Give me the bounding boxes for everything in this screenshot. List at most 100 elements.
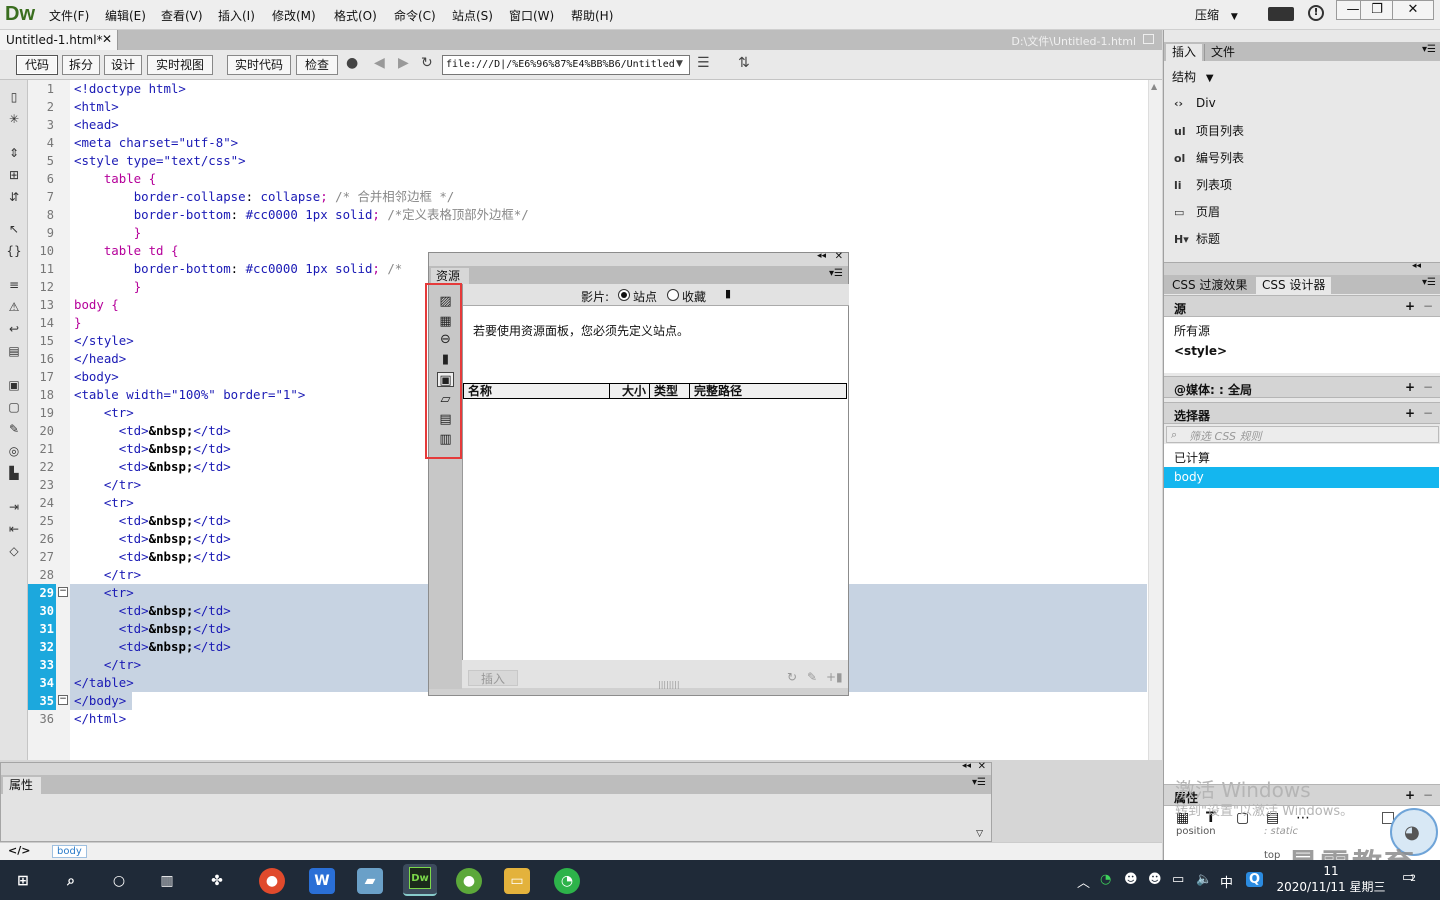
fold-collapse-icon[interactable]: − xyxy=(58,695,68,705)
sources-header[interactable]: 源 + − xyxy=(1164,295,1440,317)
chevron-down-icon[interactable]: ▼ xyxy=(676,59,683,69)
line-number[interactable]: 8 xyxy=(28,206,54,224)
line-number[interactable]: 26 xyxy=(28,530,54,548)
show-code-navigator-icon[interactable]: ✳ xyxy=(6,112,22,126)
globe-icon[interactable]: ● xyxy=(346,55,358,71)
menu-commands[interactable]: 命令(C) xyxy=(394,7,436,24)
code-line[interactable]: </tr> xyxy=(74,566,141,584)
code-line[interactable]: border-bottom: #cc0000 1px solid; /* xyxy=(74,260,403,278)
line-number[interactable]: 1 xyxy=(28,80,54,98)
line-number[interactable]: 2 xyxy=(28,98,54,116)
menu-window[interactable]: 窗口(W) xyxy=(509,7,554,24)
close-icon[interactable]: ✕ xyxy=(102,32,112,46)
add-to-favorites-icon[interactable]: +▮ xyxy=(826,670,843,684)
live-code-button[interactable]: 实时代码 xyxy=(227,55,291,75)
code-line[interactable]: <body> xyxy=(74,368,119,386)
column-full-path[interactable]: 完整路径 xyxy=(690,384,846,398)
indent-code-icon[interactable]: ⇥ xyxy=(6,500,22,514)
line-number[interactable]: 9 xyxy=(28,224,54,242)
system-clock[interactable]: 11 2020/11/11 星期三 xyxy=(1272,863,1390,895)
line-number[interactable]: 18 xyxy=(28,386,54,404)
back-arrow-icon[interactable]: ◀ xyxy=(374,55,385,71)
code-line[interactable]: </html> xyxy=(74,710,126,728)
tab-untitled-1[interactable]: Untitled-1.html* ✕ xyxy=(0,30,118,50)
add-property-icon[interactable]: + xyxy=(1405,788,1415,802)
word-wrap-icon[interactable]: ↩ xyxy=(6,322,22,336)
line-number[interactable]: 14 xyxy=(28,314,54,332)
line-number[interactable]: 27 xyxy=(28,548,54,566)
select-parent-tag-icon[interactable]: ↖ xyxy=(6,222,22,236)
live-view-button[interactable]: 实时视图 xyxy=(147,55,213,75)
edit-icon[interactable]: ✎ xyxy=(807,670,817,684)
remove-media-icon[interactable]: − xyxy=(1423,380,1433,394)
line-number[interactable]: 29 xyxy=(28,584,56,602)
menu-modify[interactable]: 修改(M) xyxy=(272,7,316,24)
network-icon[interactable]: ▭ xyxy=(1172,872,1184,887)
remove-comment-icon[interactable]: ▢ xyxy=(6,400,22,414)
filter-css-input[interactable]: ⌕ 筛选 CSS 规则 xyxy=(1166,426,1439,443)
insert-ordered-list[interactable]: ol 编号列表 xyxy=(1174,149,1244,166)
column-name[interactable]: 名称 xyxy=(464,384,610,398)
wechat-icon[interactable]: ◔ xyxy=(554,868,580,894)
line-number[interactable]: 12 xyxy=(28,278,54,296)
line-number[interactable]: 24 xyxy=(28,494,54,512)
code-line[interactable]: <tr> xyxy=(74,404,134,422)
windows-start-icon[interactable]: ⊞ xyxy=(10,868,36,894)
code-line[interactable]: </style> xyxy=(74,332,134,350)
line-number[interactable]: 4 xyxy=(28,134,54,152)
menu-help[interactable]: 帮助(H) xyxy=(571,7,613,24)
format-source-icon[interactable]: ◇ xyxy=(6,544,22,558)
wps-writer-icon[interactable]: W xyxy=(309,868,335,894)
tab-properties[interactable]: 属性 xyxy=(3,777,41,794)
cortana-icon[interactable]: ○ xyxy=(106,868,132,894)
task-view-icon[interactable]: ▥ xyxy=(154,868,180,894)
line-number[interactable]: 15 xyxy=(28,332,54,350)
menu-view[interactable]: 查看(V) xyxy=(161,7,203,24)
add-selector-icon[interactable]: + xyxy=(1405,406,1415,420)
collapse-panel-icon[interactable]: ◂◂ xyxy=(962,761,971,771)
line-number[interactable]: 28 xyxy=(28,566,54,584)
sort-arrows-icon[interactable]: ⇅ xyxy=(738,55,750,71)
tab-files[interactable]: 文件 xyxy=(1204,44,1241,61)
collapse-full-tag-icon[interactable]: ⇕ xyxy=(6,146,22,160)
code-line[interactable]: } xyxy=(74,278,141,296)
column-type[interactable]: 类型 xyxy=(650,384,690,398)
insert-header[interactable]: ▭ 页眉 xyxy=(1174,203,1220,220)
code-line[interactable]: <td>&nbsp;</td> xyxy=(74,422,231,440)
fold-collapse-icon[interactable]: − xyxy=(58,587,68,597)
code-line[interactable]: <td>&nbsp;</td> xyxy=(74,512,231,530)
workspace-switcher[interactable]: 压缩 ▼ xyxy=(1195,6,1238,23)
tab-assets[interactable]: 资源 xyxy=(431,268,469,284)
menu-format[interactable]: 格式(O) xyxy=(334,7,377,24)
insert-list-item[interactable]: li 列表项 xyxy=(1174,176,1232,193)
code-line[interactable]: border-bottom: #cc0000 1px solid; /*定义表格… xyxy=(74,206,529,224)
selectors-header[interactable]: 选择器 + − xyxy=(1164,402,1440,424)
line-number[interactable]: 17 xyxy=(28,368,54,386)
code-tag-icon[interactable]: </> xyxy=(8,844,30,857)
info-icon[interactable]: ! xyxy=(1308,5,1324,21)
code-line[interactable]: <td>&nbsp;</td> xyxy=(74,620,231,638)
search-icon[interactable]: ⌕ xyxy=(58,868,84,894)
source-all[interactable]: 所有源 xyxy=(1174,322,1210,339)
close-icon[interactable]: ✕ xyxy=(835,251,843,262)
radio-favorites[interactable] xyxy=(667,289,679,301)
panel-menu-icon[interactable]: ▾☰ xyxy=(1422,277,1436,288)
melon-app-icon[interactable]: ● xyxy=(456,868,482,894)
file-management-icon[interactable]: ☰ xyxy=(697,55,710,71)
recent-snippets-icon[interactable]: ◎ xyxy=(6,444,22,458)
code-line[interactable]: } xyxy=(74,224,141,242)
refresh-icon[interactable]: ↻ xyxy=(787,670,797,684)
refresh-icon[interactable]: ↻ xyxy=(421,55,433,71)
tab-css-transitions[interactable]: CSS 过渡效果 xyxy=(1166,277,1253,294)
selector-computed[interactable]: 已计算 xyxy=(1174,449,1210,466)
line-number[interactable]: 33 xyxy=(28,656,56,674)
code-line[interactable]: <style type="text/css"> xyxy=(74,152,246,170)
line-numbers-icon[interactable]: ≡ xyxy=(6,278,22,292)
chrome-icon[interactable]: ● xyxy=(259,868,285,894)
code-line[interactable]: <td>&nbsp;</td> xyxy=(74,530,231,548)
expand-icon[interactable]: ▽ xyxy=(976,829,983,839)
qq-browser-tray-icon[interactable]: Q xyxy=(1246,872,1264,887)
syntax-coloring-icon[interactable]: ▤ xyxy=(6,344,22,358)
code-line[interactable]: <meta charset="utf-8"> xyxy=(74,134,238,152)
code-line[interactable]: </tr> xyxy=(74,476,141,494)
